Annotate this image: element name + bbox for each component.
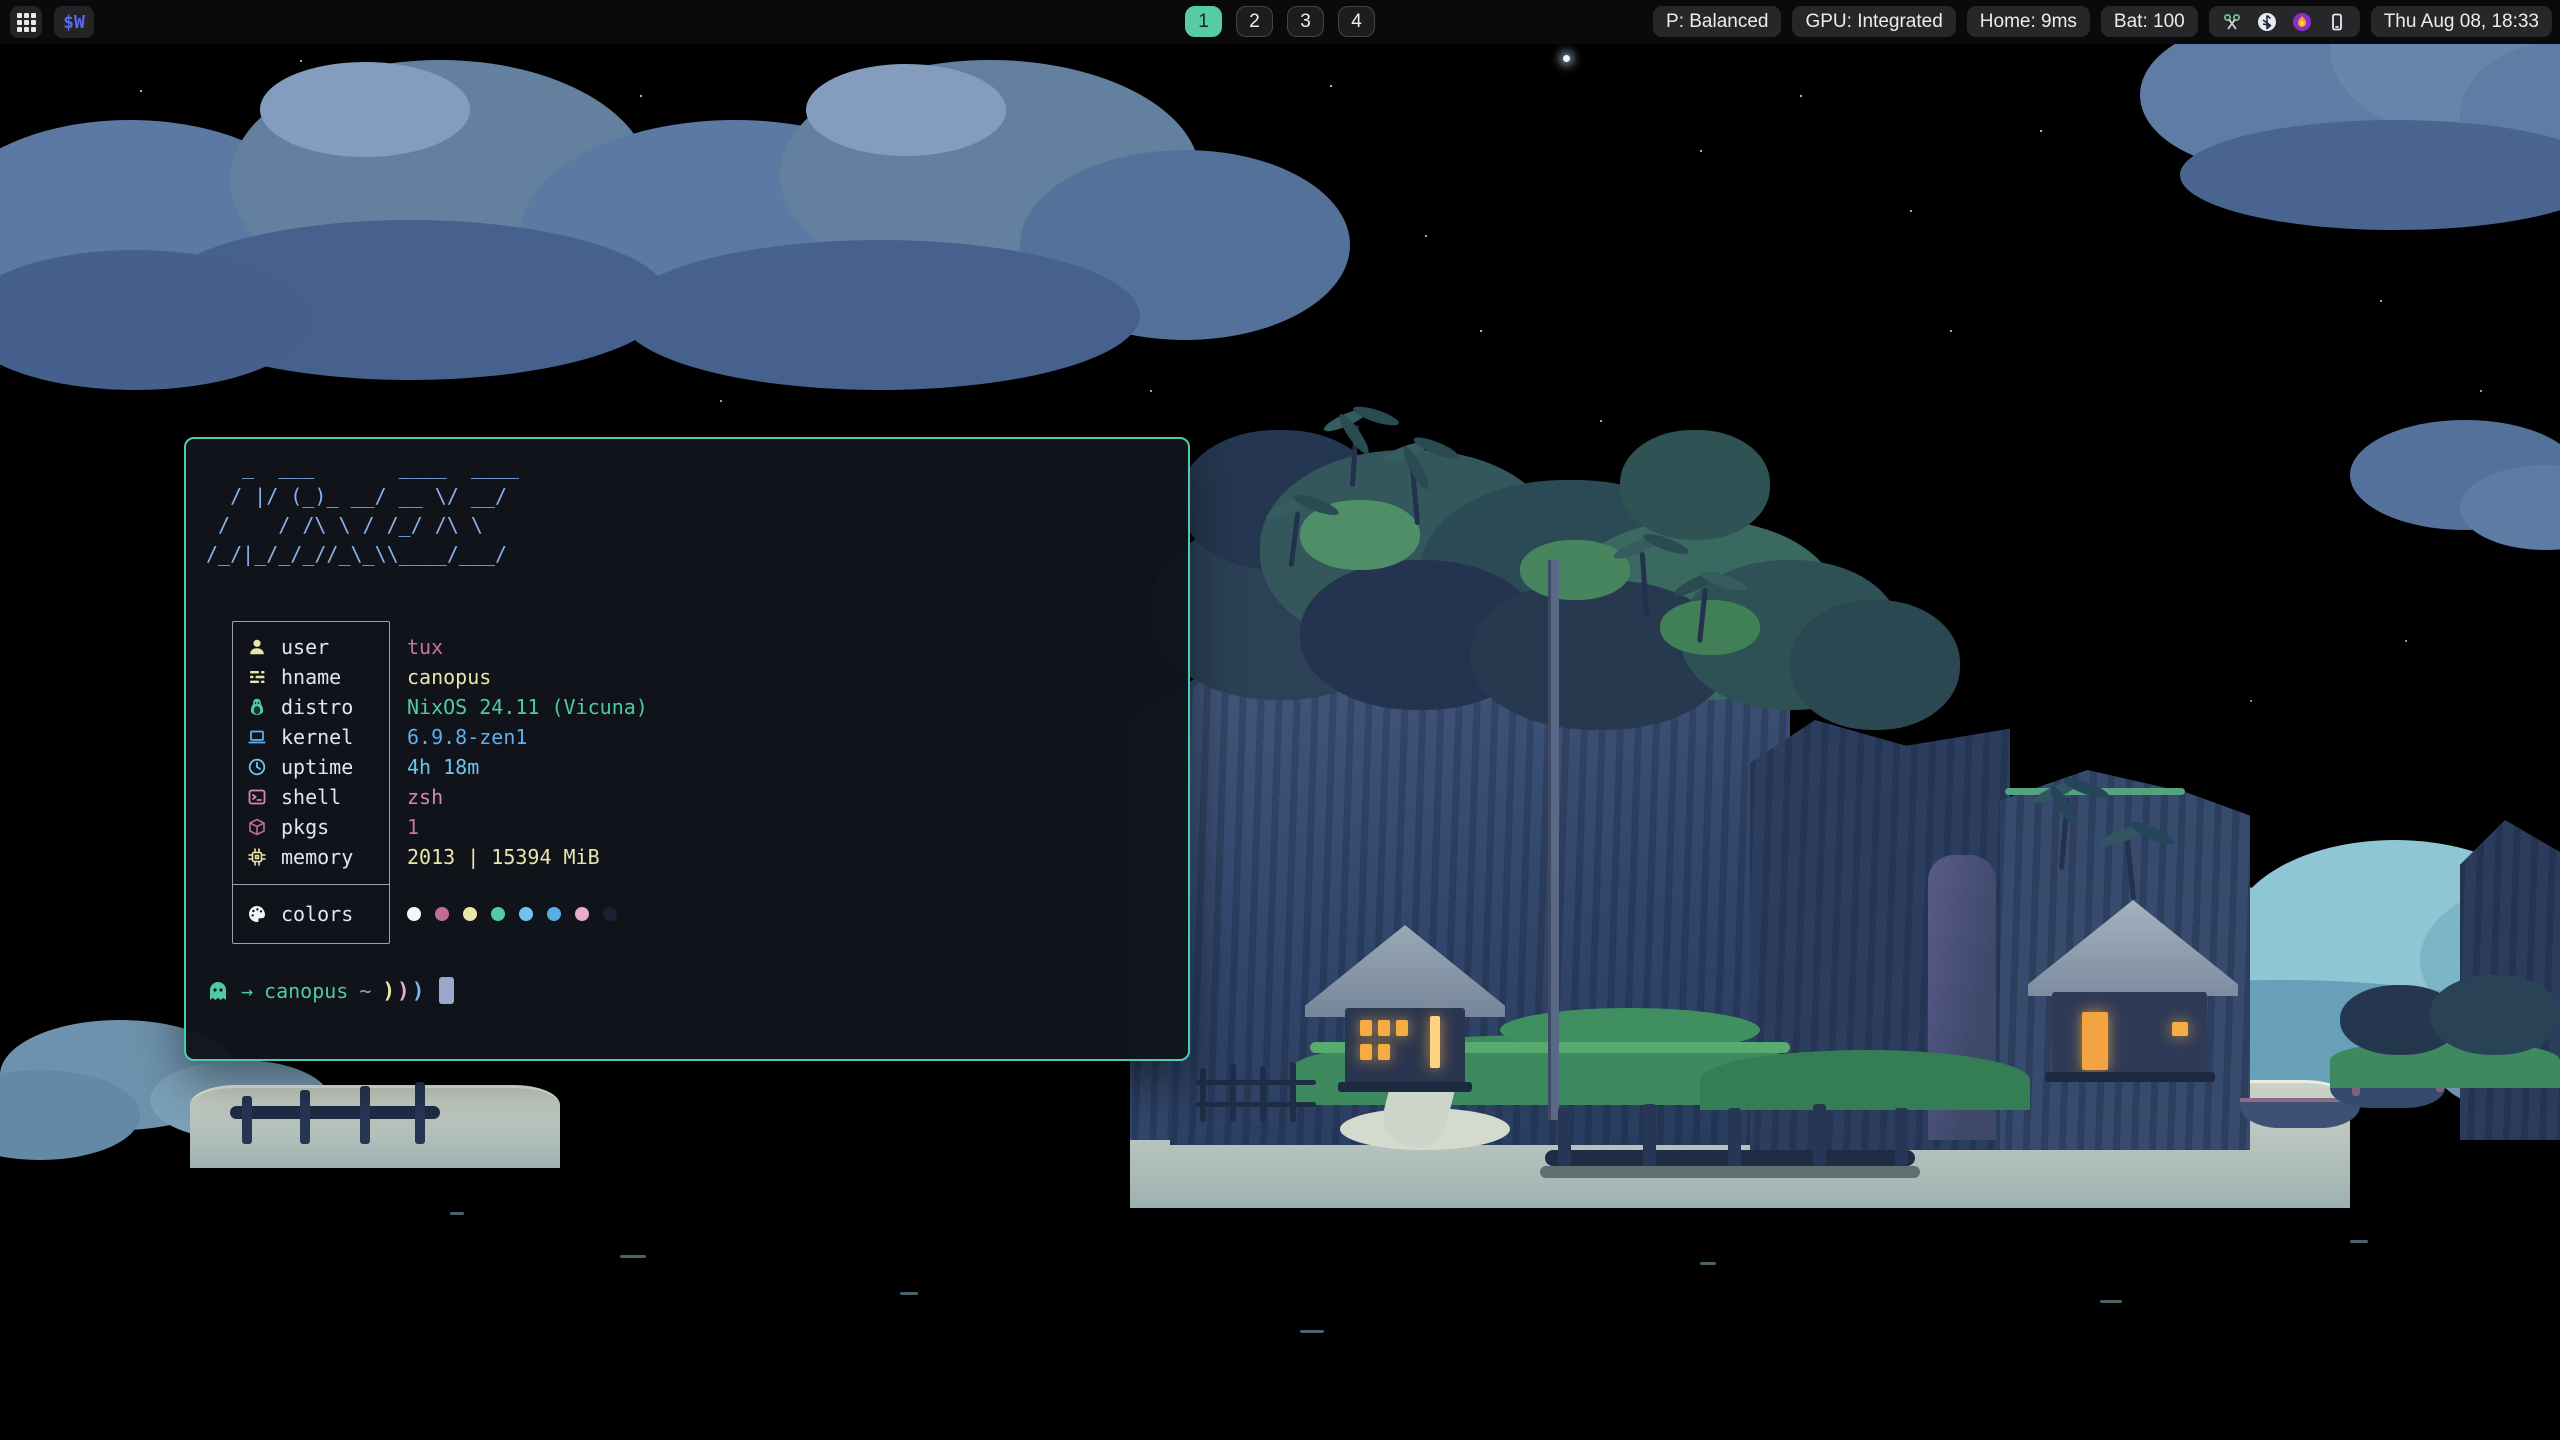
info-row: shell — [233, 782, 389, 812]
color-swatch — [435, 907, 449, 921]
fastfetch-label-box: user hname distro kernel — [232, 621, 390, 944]
info-label: distro — [281, 695, 353, 719]
clock-icon — [247, 756, 273, 778]
prompt-chevrons: ) ) ) — [382, 979, 424, 1003]
info-value: zsh — [407, 782, 648, 812]
info-label: kernel — [281, 725, 353, 749]
laptop-icon — [247, 726, 273, 748]
info-label: memory — [281, 845, 353, 869]
status-bar: $W 1 2 3 4 P: Balanced GPU: Integrated H… — [0, 0, 2560, 44]
info-row: user — [233, 632, 389, 662]
host-list-icon — [247, 666, 273, 688]
special-workspace-button[interactable]: $W — [54, 6, 94, 38]
info-value: canopus — [407, 662, 648, 692]
workspace-button-3[interactable]: 3 — [1287, 6, 1324, 37]
fastfetch-table: user hname distro kernel — [232, 621, 648, 944]
package-icon — [247, 816, 273, 838]
power-profile-widget[interactable]: P: Balanced — [1653, 6, 1781, 37]
terminal-color-swatches — [407, 899, 648, 929]
info-value: 2013 | 15394 MiB — [407, 842, 648, 872]
workspace-button-2[interactable]: 2 — [1236, 6, 1273, 37]
bluetooth-icon[interactable] — [2257, 12, 2277, 32]
dock-beam — [230, 1106, 440, 1119]
color-swatch — [463, 907, 477, 921]
info-row: uptime — [233, 752, 389, 782]
prompt-cwd: ~ — [359, 979, 371, 1003]
battery-widget[interactable]: Bat: 100 — [2101, 6, 2198, 37]
palette-icon — [247, 903, 273, 925]
special-workspace-label: $W — [63, 12, 85, 33]
bright-star — [1563, 55, 1570, 62]
gpu-widget[interactable]: GPU: Integrated — [1792, 6, 1955, 37]
colors-label: colors — [281, 902, 353, 926]
app-grid-icon — [17, 13, 36, 32]
bar-left-group: $W — [10, 6, 94, 38]
color-swatch — [603, 907, 617, 921]
penguin-icon — [247, 696, 273, 718]
ghost-icon — [206, 979, 230, 1003]
workspace-button-1[interactable]: 1 — [1185, 6, 1222, 37]
app-launcher-button[interactable] — [10, 6, 42, 38]
workspace-button-4[interactable]: 4 — [1338, 6, 1375, 37]
prompt-host: canopus — [264, 979, 348, 1003]
color-swatch — [491, 907, 505, 921]
info-label: hname — [281, 665, 341, 689]
info-value: tux — [407, 632, 648, 662]
info-label: pkgs — [281, 815, 329, 839]
color-swatch — [519, 907, 533, 921]
color-swatch — [575, 907, 589, 921]
chevron: ) — [397, 979, 410, 1003]
clock-widget[interactable]: Thu Aug 08, 18:33 — [2371, 6, 2552, 37]
system-tray — [2209, 6, 2360, 37]
info-value: 1 — [407, 812, 648, 842]
phone-icon[interactable] — [2327, 12, 2347, 32]
prompt-arrow: → — [241, 979, 253, 1003]
shell-terminal-icon — [247, 786, 273, 808]
home-ping-widget[interactable]: Home: 9ms — [1967, 6, 2090, 37]
nixos-ascii-logo: _ ___ ____ ____ / |/ (_)_ __/ __ \/ __/ … — [206, 453, 519, 569]
terminal-window[interactable]: _ ___ ____ ____ / |/ (_)_ __/ __ \/ __/ … — [184, 437, 1190, 1061]
user-icon — [247, 636, 273, 658]
info-row: kernel — [233, 722, 389, 752]
info-value: 4h 18m — [407, 752, 648, 782]
info-label: shell — [281, 785, 341, 809]
desktop: _ ___ ____ ____ / |/ (_)_ __/ __ \/ __/ … — [0, 0, 2560, 1440]
info-label: uptime — [281, 755, 353, 779]
info-value: 6.9.8-zen1 — [407, 722, 648, 752]
info-row: hname — [233, 662, 389, 692]
colors-row: colors — [233, 899, 389, 929]
shell-prompt[interactable]: → canopus ~ ) ) ) — [206, 977, 454, 1004]
flame-icon[interactable] — [2292, 12, 2312, 32]
info-row: pkgs — [233, 812, 389, 842]
color-swatch — [407, 907, 421, 921]
text-cursor[interactable] — [439, 977, 454, 1004]
info-value: NixOS 24.11 (Vicuna) — [407, 692, 648, 722]
workspace-switcher: 1 2 3 4 — [1185, 6, 1375, 37]
scissors-icon[interactable] — [2222, 12, 2242, 32]
chevron: ) — [412, 979, 425, 1003]
bar-right-group: P: Balanced GPU: Integrated Home: 9ms Ba… — [1653, 6, 2552, 37]
chevron: ) — [382, 979, 395, 1003]
memory-chip-icon — [247, 846, 273, 868]
info-label: user — [281, 635, 329, 659]
info-row: memory — [233, 842, 389, 872]
fastfetch-values: tux canopus NixOS 24.11 (Vicuna) 6.9.8-z… — [407, 621, 648, 944]
color-swatch — [547, 907, 561, 921]
info-row: distro — [233, 692, 389, 722]
tall-mast — [1548, 560, 1559, 1120]
